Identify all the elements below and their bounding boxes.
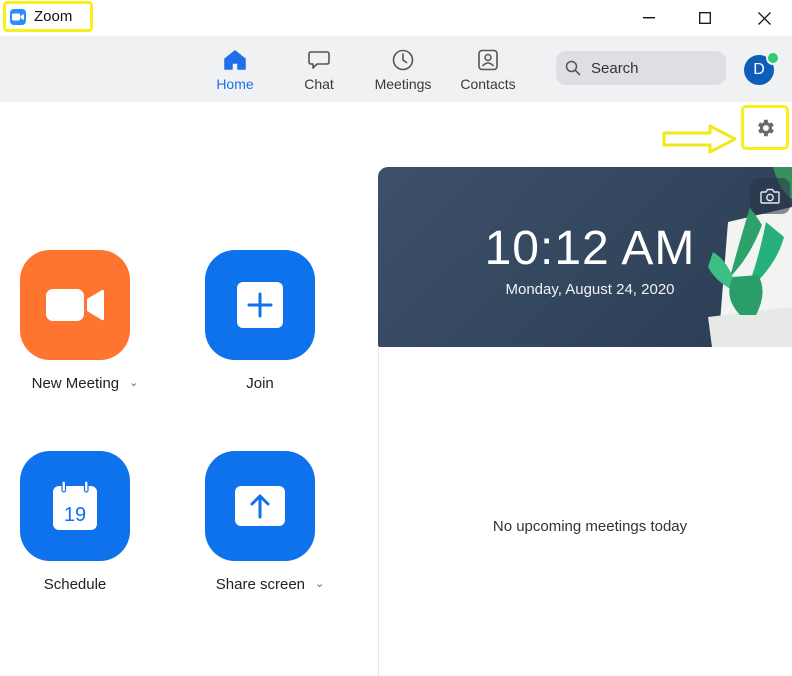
share-screen-label: Share screen ⌄ bbox=[205, 576, 335, 593]
change-background-button[interactable] bbox=[750, 178, 790, 214]
search-icon bbox=[565, 60, 581, 81]
tab-meetings-label: Meetings bbox=[374, 76, 432, 92]
share-screen-text: Share screen bbox=[215, 576, 305, 593]
tab-chat-label: Chat bbox=[304, 76, 334, 92]
schedule-button[interactable]: 19 bbox=[20, 451, 130, 561]
schedule-label: Schedule bbox=[43, 576, 107, 593]
clock-banner: 10:12 AM Monday, August 24, 2020 bbox=[378, 167, 792, 347]
online-status-dot bbox=[766, 51, 780, 65]
current-time: 10:12 AM bbox=[484, 222, 696, 275]
search-placeholder: Search bbox=[591, 60, 639, 77]
chat-icon bbox=[308, 46, 330, 74]
current-date: Monday, August 24, 2020 bbox=[505, 281, 675, 298]
top-nav-bar: Home Chat Meetings Contacts Search D bbox=[0, 36, 792, 102]
tab-contacts[interactable]: Contacts bbox=[448, 46, 528, 96]
search-input[interactable]: Search bbox=[556, 51, 726, 85]
contacts-icon bbox=[477, 46, 499, 74]
new-meeting-button[interactable] bbox=[20, 250, 130, 360]
zoom-logo-icon bbox=[10, 9, 26, 25]
annotation-arrow-icon bbox=[662, 124, 737, 154]
join-label: Join bbox=[246, 375, 274, 392]
clock-icon bbox=[392, 46, 414, 74]
camera-icon bbox=[760, 188, 780, 204]
calendar-icon: 19 bbox=[53, 480, 97, 530]
title-bar: Zoom bbox=[0, 0, 792, 36]
share-arrow-icon bbox=[235, 486, 285, 526]
no-meetings-message: No upcoming meetings today bbox=[492, 518, 688, 535]
tab-chat[interactable]: Chat bbox=[279, 46, 359, 96]
share-screen-button[interactable] bbox=[205, 451, 315, 561]
close-button[interactable] bbox=[749, 6, 779, 30]
maximize-button[interactable] bbox=[690, 6, 720, 30]
tab-home[interactable]: Home bbox=[195, 46, 275, 96]
settings-button[interactable] bbox=[741, 105, 789, 150]
tab-contacts-label: Contacts bbox=[460, 76, 516, 92]
tab-home-label: Home bbox=[216, 76, 254, 92]
tab-meetings[interactable]: Meetings bbox=[363, 46, 443, 96]
plus-icon bbox=[237, 282, 283, 328]
minimize-button[interactable] bbox=[634, 6, 664, 30]
gear-icon bbox=[758, 119, 774, 136]
new-meeting-text: New Meeting bbox=[31, 375, 120, 392]
calendar-day-text: 19 bbox=[64, 504, 86, 526]
join-button[interactable] bbox=[205, 250, 315, 360]
app-title: Zoom bbox=[34, 8, 73, 25]
new-meeting-label: New Meeting ⌄ bbox=[20, 375, 150, 392]
home-icon bbox=[224, 46, 246, 74]
panel-divider bbox=[378, 346, 379, 676]
video-camera-icon bbox=[46, 289, 104, 321]
chevron-down-icon[interactable]: ⌄ bbox=[315, 577, 324, 590]
chevron-down-icon[interactable]: ⌄ bbox=[129, 376, 138, 389]
